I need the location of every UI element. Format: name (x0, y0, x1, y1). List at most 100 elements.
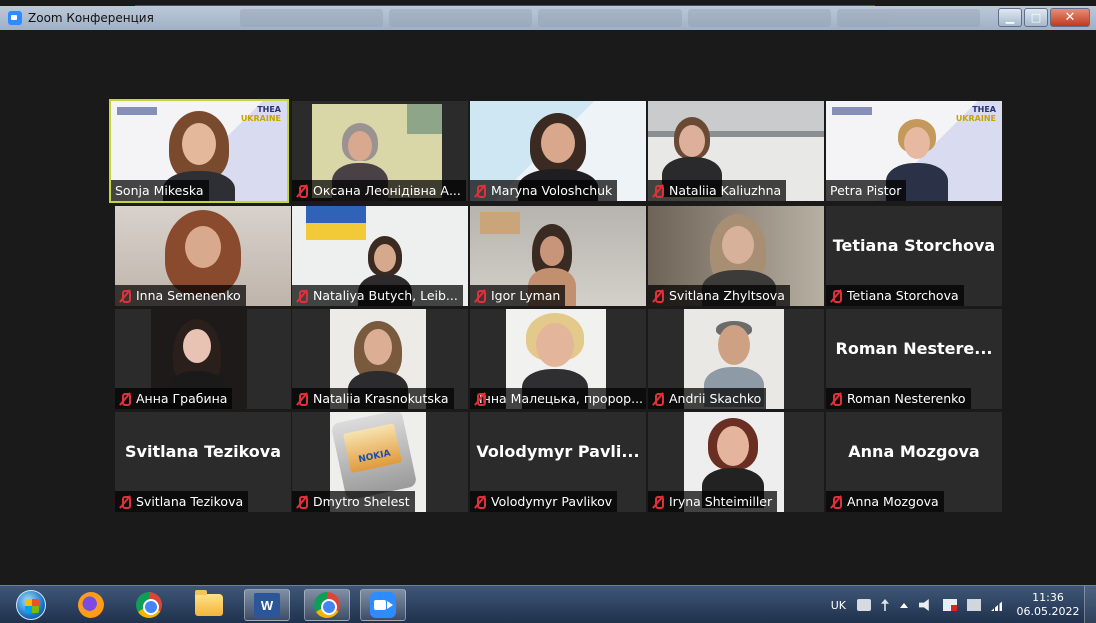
word-icon: W (254, 593, 280, 617)
keyboard-icon[interactable] (857, 599, 871, 611)
muted-mic-icon (296, 392, 308, 406)
clock-date: 06.05.2022 (1016, 605, 1080, 618)
window-title: Zoom Конференция (28, 11, 154, 25)
action-center-flag-icon[interactable] (943, 599, 957, 611)
participant-tile[interactable]: Anna Mozgova Anna Mozgova (826, 412, 1002, 512)
participant-tile[interactable]: Оксана Леонідівна А... (292, 101, 468, 201)
zoom-app-icon (8, 11, 22, 25)
show-hidden-icons-arrow[interactable] (900, 602, 908, 608)
participant-tile[interactable]: Svitlana Zhyltsova (648, 206, 824, 306)
participant-tile[interactable]: Inna Semenenko (115, 206, 291, 306)
thea-ukraine-logo: THEA UKRAINE (955, 105, 996, 123)
participant-name-label: Volodymyr Pavlikov (470, 491, 618, 512)
participant-display-name: Roman Nestere... (835, 339, 993, 358)
signal-strength-icon[interactable] (991, 599, 1005, 611)
muted-mic-icon (474, 495, 486, 509)
windows-taskbar: W UK 11:36 06.05.2022 (0, 585, 1096, 623)
minimize-icon: ▁ (1005, 11, 1015, 24)
participant-name-label: Maryna Voloshchuk (470, 180, 618, 201)
pen-input-icon[interactable] (881, 599, 889, 611)
participant-tile[interactable]: Andrii Skachko (648, 309, 824, 409)
language-indicator[interactable]: UK (831, 599, 846, 612)
taskbar-word[interactable]: W (244, 589, 290, 621)
muted-mic-icon (830, 495, 842, 509)
muted-mic-icon (119, 495, 131, 509)
participant-name-label: Sonja Mikeska (111, 180, 209, 201)
participant-tile[interactable]: Nataliia Kaliuzhna (648, 101, 824, 201)
slide-logo (117, 107, 157, 115)
taskbar-firefox[interactable] (68, 589, 114, 621)
participant-name-label: Petra Pistor (826, 180, 907, 201)
participant-name-label: Anna Mozgova (826, 491, 944, 512)
maximize-button[interactable]: □ (1024, 8, 1048, 27)
participant-tile[interactable]: THEA UKRAINE Petra Pistor (826, 101, 1002, 201)
taskbar-chrome-window[interactable] (304, 589, 350, 621)
participant-name-label: Andrii Skachko (648, 388, 767, 409)
participant-name-label: Svitlana Zhyltsova (648, 285, 790, 306)
participant-name-label: Nataliia Kaliuzhna (648, 180, 787, 201)
nokia-phone-image: NOKIA (330, 412, 418, 501)
participant-display-name: Svitlana Tezikova (125, 442, 281, 461)
minimize-button[interactable]: ▁ (998, 8, 1022, 27)
muted-mic-icon (830, 289, 842, 303)
gallery-view: THEA UKRAINE Sonja Mikeska Оксана Леонід… (0, 30, 1096, 585)
participant-name-label: Оксана Леонідівна А... (292, 180, 466, 201)
maximize-icon: □ (1030, 11, 1042, 24)
start-button[interactable] (8, 589, 54, 621)
show-desktop-button[interactable] (1084, 586, 1096, 623)
participant-tile[interactable]: Roman Nestere... Roman Nesterenko (826, 309, 1002, 409)
thea-ukraine-logo: THEA UKRAINE (240, 105, 281, 123)
muted-mic-icon (652, 184, 664, 198)
muted-mic-icon (652, 392, 664, 406)
close-button[interactable]: ✕ (1050, 8, 1090, 27)
muted-mic-icon (830, 392, 842, 406)
background-window-tabs (240, 9, 981, 27)
participant-name-label: Roman Nesterenko (826, 388, 971, 409)
participant-tile[interactable]: THEA UKRAINE Sonja Mikeska (109, 99, 289, 203)
participant-name-label: Igor Lyman (470, 285, 566, 306)
folder-icon (195, 590, 223, 616)
clock[interactable]: 11:36 06.05.2022 (1016, 591, 1080, 619)
participant-tile[interactable]: Igor Lyman (470, 206, 646, 306)
participant-tile[interactable]: Анна Грабина (115, 309, 291, 409)
window-titlebar: Zoom Конференция ▁ □ ✕ (0, 6, 1096, 30)
windows-logo-icon (16, 590, 46, 620)
zoom-icon (370, 592, 396, 618)
participant-display-name: Volodymyr Pavli... (476, 442, 640, 461)
participant-tile[interactable]: Svitlana Tezikova Svitlana Tezikova (115, 412, 291, 512)
firefox-icon (78, 592, 104, 618)
muted-mic-icon (474, 289, 486, 303)
taskbar-zoom[interactable] (360, 589, 406, 621)
muted-mic-icon (119, 289, 131, 303)
participant-name-label: Svitlana Tezikova (115, 491, 249, 512)
speaker-icon[interactable] (919, 599, 929, 611)
participant-tile[interactable]: Nataliya Butych, Leib... (292, 206, 468, 306)
participant-name-label: Inna Semenenko (115, 285, 246, 306)
participant-display-name: Anna Mozgova (848, 442, 980, 461)
participant-tile[interactable]: Iryna Shteimiller (648, 412, 824, 512)
participant-tile[interactable]: Інна Малецька, пророр... (470, 309, 646, 409)
participant-tile[interactable]: NOKIA Dmytro Shelest (292, 412, 468, 512)
muted-mic-icon (652, 495, 664, 509)
battery-icon[interactable] (967, 599, 981, 611)
participant-tile[interactable]: Nataliia Krasnokutska (292, 309, 468, 409)
clock-time: 11:36 (1032, 591, 1064, 604)
participant-tile[interactable]: Maryna Voloshchuk (470, 101, 646, 201)
participant-display-name: Tetiana Storchova (832, 236, 996, 255)
chrome-icon (314, 592, 340, 618)
chrome-icon (136, 592, 162, 618)
participant-name-label: Iryna Shteimiller (648, 491, 778, 512)
participant-name-label: Nataliya Butych, Leib... (292, 285, 463, 306)
participant-tile[interactable]: Volodymyr Pavli... Volodymyr Pavlikov (470, 412, 646, 512)
muted-mic-icon (296, 289, 308, 303)
slide-logo (832, 107, 872, 115)
participant-tile[interactable]: Tetiana Storchova Tetiana Storchova (826, 206, 1002, 306)
muted-mic-icon (652, 289, 664, 303)
desktop-screen: Zoom Конференция ▁ □ ✕ THEA UKRAINE Sonj… (0, 0, 1096, 623)
muted-mic-icon (296, 495, 308, 509)
taskbar-file-explorer[interactable] (186, 589, 232, 621)
muted-mic-icon (119, 392, 131, 406)
taskbar-chrome[interactable] (126, 589, 172, 621)
participant-name-label: Nataliia Krasnokutska (292, 388, 454, 409)
participant-name-label: Tetiana Storchova (826, 285, 964, 306)
